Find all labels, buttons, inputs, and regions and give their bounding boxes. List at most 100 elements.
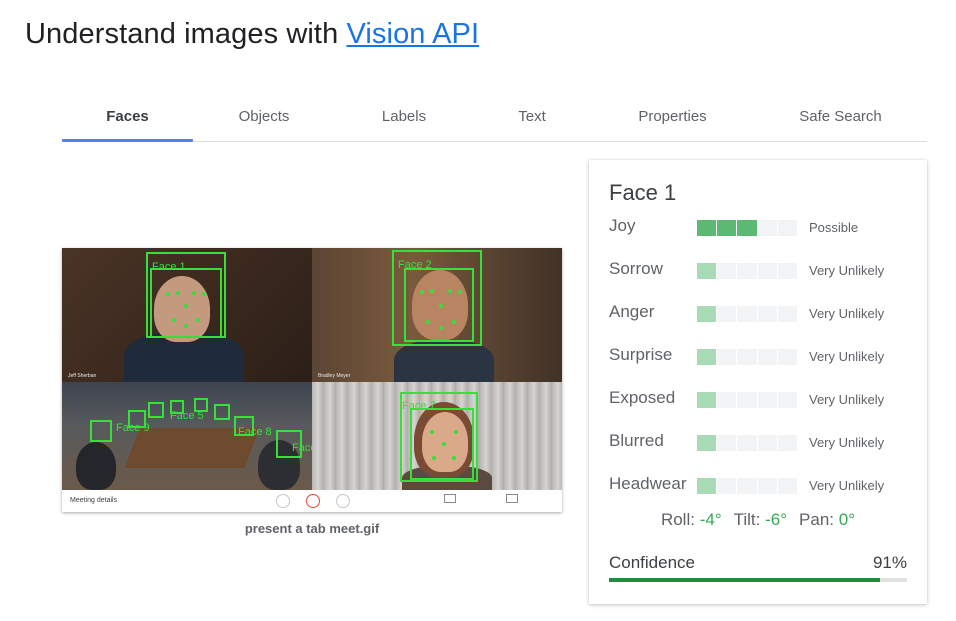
face-box xyxy=(214,404,230,420)
tab-safe-search[interactable]: Safe Search xyxy=(754,96,927,141)
likelihood-meter xyxy=(697,478,798,494)
confidence-value: 91% xyxy=(872,553,907,572)
meter-segment xyxy=(777,306,798,322)
page-title: Understand images with Vision API xyxy=(25,18,479,51)
attribute-row-surprise: Surprise Very Unlikely xyxy=(609,343,909,367)
attribute-name: Sorrow xyxy=(609,259,663,278)
meter-segment xyxy=(757,392,777,408)
face-details-card: Face 1 Joy Possible Sorrow Very Unlikely Ang… xyxy=(589,160,927,604)
landmark xyxy=(432,456,436,460)
likelihood-value: Very Unlikely xyxy=(809,478,885,493)
tab-faces[interactable]: Faces xyxy=(62,96,193,142)
confidence-label: Confidence xyxy=(609,553,696,572)
landmark xyxy=(454,430,458,434)
landmark xyxy=(452,320,456,324)
meter-segment xyxy=(717,478,737,494)
meter-segment xyxy=(757,220,777,236)
attribute-row-headwear: Headwear Very Unlikely xyxy=(609,472,909,496)
tilt-value: -6° xyxy=(765,510,788,529)
landmark xyxy=(458,290,462,294)
tab-labels[interactable]: Labels xyxy=(335,96,473,141)
hang-up-icon xyxy=(306,494,320,508)
meter-segment xyxy=(757,306,777,322)
confidence-bar-fill xyxy=(609,578,881,582)
attribute-name: Blurred xyxy=(609,431,664,450)
meter-segment xyxy=(717,263,737,279)
landmark xyxy=(430,289,434,293)
meter-segment xyxy=(757,349,777,365)
roll-label: Roll: xyxy=(660,510,695,529)
likelihood-value: Very Unlikely xyxy=(809,392,885,407)
roll-value: -4° xyxy=(699,510,722,529)
meter-segment xyxy=(737,220,757,236)
face-label-4: Face 4 xyxy=(292,442,312,454)
video-tile-1: Face 1 Jeff Sherban xyxy=(62,248,312,382)
person-body xyxy=(394,340,494,382)
attribute-row-sorrow: Sorrow Very Unlikely xyxy=(609,257,909,281)
attribute-name: Headwear xyxy=(609,474,687,493)
tab-properties[interactable]: Properties xyxy=(591,96,754,141)
likelihood-meter xyxy=(697,349,798,365)
meter-segment xyxy=(757,435,777,451)
meeting-details-label: Meeting details xyxy=(70,497,118,504)
meter-segment xyxy=(697,263,717,279)
landmark xyxy=(439,304,443,308)
face-label-9: Face 9 xyxy=(116,422,150,434)
meter-segment xyxy=(777,392,798,408)
meter-segment xyxy=(737,435,757,451)
likelihood-meter xyxy=(697,392,798,408)
page-title-text: Understand images with xyxy=(25,18,347,50)
attribute-row-exposed: Exposed Very Unlikely xyxy=(609,386,909,410)
meeting-toolbar: Meeting details xyxy=(62,490,562,512)
present-icon xyxy=(506,494,518,503)
face-label-8: Face 8 xyxy=(238,426,272,438)
meter-segment xyxy=(737,349,757,365)
tab-objects[interactable]: Objects xyxy=(193,96,335,141)
meter-segment xyxy=(697,435,717,451)
likelihood-value: Very Unlikely xyxy=(809,306,885,321)
meter-segment xyxy=(697,349,717,365)
meter-segment xyxy=(737,392,757,408)
likelihood-value: Possible xyxy=(809,220,859,235)
face-box xyxy=(90,420,112,442)
landmark xyxy=(202,292,206,296)
landmark xyxy=(172,318,176,322)
landmark xyxy=(184,304,188,308)
meter-segment xyxy=(717,349,737,365)
video-tile-3: Face 9 Face 5 Face 8 Face 4 xyxy=(62,382,312,490)
attribute-row-joy: Joy Possible xyxy=(609,214,909,238)
feature-tabs: Faces Objects Labels Text Properties Saf… xyxy=(62,96,927,142)
tab-text[interactable]: Text xyxy=(473,96,591,141)
meter-segment xyxy=(777,263,798,279)
landmark xyxy=(192,291,196,295)
face-label-7: Face 7 xyxy=(402,400,436,412)
likelihood-meter xyxy=(697,263,798,279)
meter-segment xyxy=(757,478,777,494)
meter-segment xyxy=(777,435,798,451)
vision-api-link[interactable]: Vision API xyxy=(346,18,479,50)
landmark xyxy=(448,289,452,293)
meter-segment xyxy=(777,220,798,236)
likelihood-value: Very Unlikely xyxy=(809,263,885,278)
face-box xyxy=(148,402,164,418)
likelihood-value: Very Unlikely xyxy=(809,349,885,364)
likelihood-meter xyxy=(697,306,798,322)
meter-segment xyxy=(717,306,737,322)
meter-segment xyxy=(777,478,798,494)
landmark xyxy=(439,326,443,330)
meter-segment xyxy=(717,435,737,451)
landmark xyxy=(452,456,456,460)
attribute-name: Exposed xyxy=(609,388,676,407)
meter-segment xyxy=(697,306,717,322)
person-silhouette xyxy=(76,442,116,490)
attribute-name: Surprise xyxy=(609,345,673,364)
attribute-name: Anger xyxy=(609,302,655,321)
meter-segment xyxy=(737,306,757,322)
landmark xyxy=(196,318,200,322)
meter-segment xyxy=(717,392,737,408)
landmark xyxy=(184,324,188,328)
meter-segment xyxy=(737,478,757,494)
participant-name-1: Jeff Sherban xyxy=(68,373,97,379)
landmark xyxy=(420,290,424,294)
meter-segment xyxy=(737,263,757,279)
